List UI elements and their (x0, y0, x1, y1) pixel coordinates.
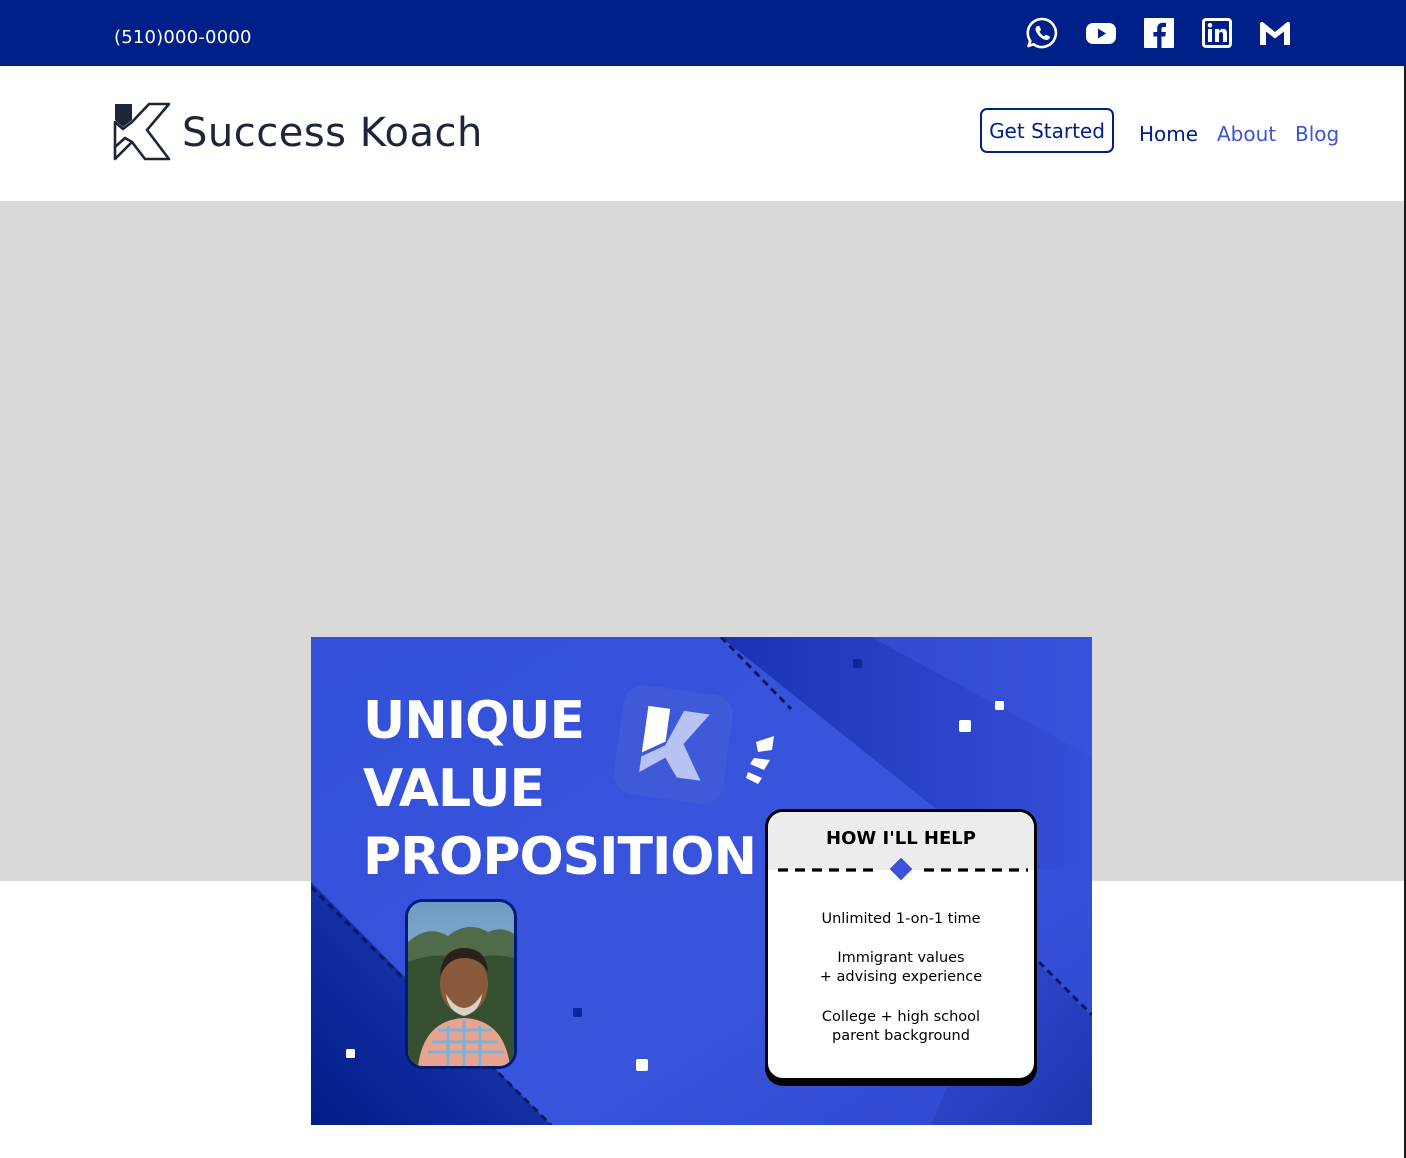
dashed-divider-icon (778, 858, 1028, 881)
uvp-title-line-3: PROPOSITION (363, 827, 757, 887)
help-panel-title: HOW I'LL HELP (826, 828, 976, 849)
success-koach-logo-icon[interactable] (113, 102, 173, 162)
how-ill-help-panel: HOW I'LL HELP Unlimited 1-on-1 time Immi… (765, 809, 1037, 1081)
facebook-icon[interactable] (1142, 16, 1176, 50)
nav-blog[interactable]: Blog (1295, 122, 1339, 146)
get-started-button[interactable]: Get Started (980, 108, 1114, 153)
whatsapp-icon[interactable] (1025, 16, 1059, 50)
top-bar: (510)000-0000 (0, 0, 1406, 66)
youtube-icon[interactable] (1084, 16, 1118, 50)
coach-photo (405, 899, 517, 1069)
phone-number: (510)000-0000 (114, 27, 252, 48)
brand-name[interactable]: Success Koach (182, 110, 483, 156)
help-item: Unlimited 1-on-1 time (821, 911, 981, 927)
nav-about[interactable]: About (1217, 122, 1276, 146)
site-header: Success Koach Get Started Home About Blo… (0, 66, 1406, 201)
linkedin-icon[interactable] (1200, 16, 1234, 50)
gmail-icon[interactable] (1258, 16, 1292, 50)
k-badge-icon (614, 685, 774, 805)
help-item: College + high school parent background (821, 1009, 981, 1044)
help-item: Immigrant values + advising experience (819, 950, 983, 985)
nav-home[interactable]: Home (1139, 122, 1198, 146)
value-proposition-card: UNIQUE VALUE PROPOSITION HOW I'LL HELP U… (311, 637, 1092, 1125)
